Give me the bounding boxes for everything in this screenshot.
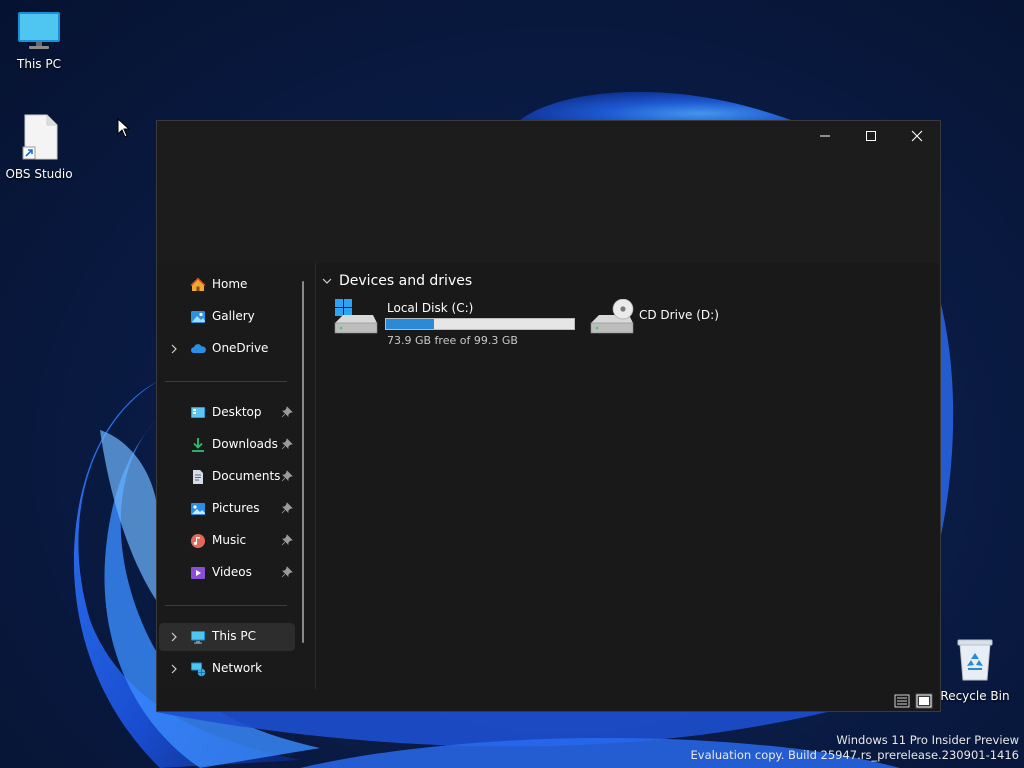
drive-local-disk-c[interactable]: Local Disk (C:) 73.9 GB free of 99.3 GB	[333, 297, 583, 347]
home-icon	[190, 277, 206, 291]
nav-separator	[165, 605, 287, 606]
content-pane: Devices and drives Local Disk (C:) 73.9 …	[315, 263, 940, 689]
minimize-icon	[820, 135, 830, 137]
nav-item-label: Music	[212, 533, 247, 547]
cd-drive-icon	[590, 299, 634, 334]
desktop-icon-this-pc[interactable]: This PC	[1, 10, 77, 71]
desktop-icon-label: OBS Studio	[5, 167, 73, 181]
close-icon	[911, 130, 923, 142]
nav-item-onedrive[interactable]: OneDrive	[159, 335, 295, 363]
close-button[interactable]	[894, 121, 940, 151]
nav-item-label: Home	[212, 277, 248, 291]
music-icon	[191, 534, 205, 548]
nav-item-label: Videos	[212, 565, 252, 579]
windows-watermark: Windows 11 Pro Insider Preview Evaluatio…	[691, 733, 1019, 763]
recycle-bin-icon	[957, 639, 993, 681]
chevron-right-icon[interactable]	[169, 342, 179, 356]
documents-icon	[193, 470, 203, 484]
pane-divider[interactable]	[315, 263, 316, 689]
nav-scrollbar[interactable]	[302, 281, 304, 643]
drive-name: CD Drive (D:)	[639, 308, 719, 322]
downloads-icon	[192, 438, 204, 452]
nav-item-home[interactable]: Home	[159, 271, 295, 299]
nav-item-this-pc[interactable]: This PC	[159, 623, 295, 651]
drive-cd-d[interactable]: CD Drive (D:)	[589, 297, 739, 347]
watermark-line-2: Evaluation copy. Build 25947.rs_prerelea…	[690, 748, 1019, 762]
nav-item-videos[interactable]: Videos	[159, 559, 295, 587]
title-bar[interactable]	[157, 121, 940, 263]
drive-name: Local Disk (C:)	[387, 301, 474, 315]
details-view-button[interactable]	[893, 693, 911, 709]
gallery-icon	[191, 311, 205, 323]
status-bar	[157, 689, 940, 711]
nav-item-pictures[interactable]: Pictures	[159, 495, 295, 523]
large-icons-view-button[interactable]	[915, 693, 933, 709]
chevron-right-icon[interactable]	[169, 662, 179, 676]
nav-item-label: Pictures	[212, 501, 260, 515]
nav-item-label: Gallery	[212, 309, 255, 323]
chevron-right-icon[interactable]	[169, 630, 179, 644]
network-icon	[191, 662, 206, 677]
onedrive-cloud-icon	[191, 344, 206, 353]
devices-and-drives-group-header[interactable]: Devices and drives	[321, 273, 472, 289]
drive-free-space: 73.9 GB free of 99.3 GB	[387, 334, 518, 347]
pin-icon[interactable]	[281, 470, 293, 482]
nav-item-documents[interactable]: Documents	[159, 463, 295, 491]
drive-usage-bar	[385, 318, 575, 330]
pin-icon[interactable]	[281, 406, 293, 418]
nav-separator	[165, 381, 287, 382]
this-pc-icon	[191, 631, 205, 644]
group-title: Devices and drives	[339, 273, 473, 289]
nav-item-downloads[interactable]: Downloads	[159, 431, 295, 459]
nav-item-label: This PC	[212, 629, 256, 643]
file-explorer-window: Home Gallery OneDrive Desktop Downloads …	[156, 120, 941, 712]
navigation-pane: Home Gallery OneDrive Desktop Downloads …	[157, 263, 315, 689]
nav-item-network[interactable]: Network	[159, 655, 295, 683]
windows-drive-icon	[334, 299, 378, 334]
details-view-icon	[894, 694, 910, 708]
nav-item-music[interactable]: Music	[159, 527, 295, 555]
shortcut-file-icon	[22, 114, 58, 160]
nav-item-label: Network	[212, 661, 263, 675]
desktop-icon-label: This PC	[17, 57, 61, 71]
desktop-icon-label: Recycle Bin	[940, 689, 1010, 703]
desktop-folder-icon	[191, 407, 205, 418]
nav-item-label: Downloads	[212, 437, 278, 451]
pin-icon[interactable]	[281, 438, 293, 450]
pin-icon[interactable]	[281, 502, 293, 514]
nav-item-gallery[interactable]: Gallery	[159, 303, 295, 331]
pin-icon[interactable]	[281, 534, 293, 546]
maximize-icon	[866, 131, 876, 141]
pin-icon[interactable]	[281, 566, 293, 578]
nav-item-label: Desktop	[212, 405, 262, 419]
monitor-icon	[18, 12, 60, 49]
nav-item-desktop[interactable]: Desktop	[159, 399, 295, 427]
desktop-icon-recycle-bin[interactable]: Recycle Bin	[937, 636, 1013, 703]
videos-icon	[191, 567, 205, 579]
mouse-cursor-icon	[117, 118, 131, 138]
nav-item-label: Documents	[212, 469, 281, 483]
nav-item-label: OneDrive	[212, 341, 269, 355]
drive-usage-fill	[386, 319, 435, 329]
watermark-line-1: Windows 11 Pro Insider Preview	[836, 733, 1019, 747]
maximize-button[interactable]	[848, 121, 894, 151]
chevron-down-icon[interactable]	[321, 275, 333, 287]
pictures-icon	[191, 503, 205, 515]
desktop-icon-obs-studio[interactable]: OBS Studio	[1, 114, 77, 181]
large-icons-view-icon	[916, 694, 932, 708]
minimize-button[interactable]	[802, 121, 848, 151]
